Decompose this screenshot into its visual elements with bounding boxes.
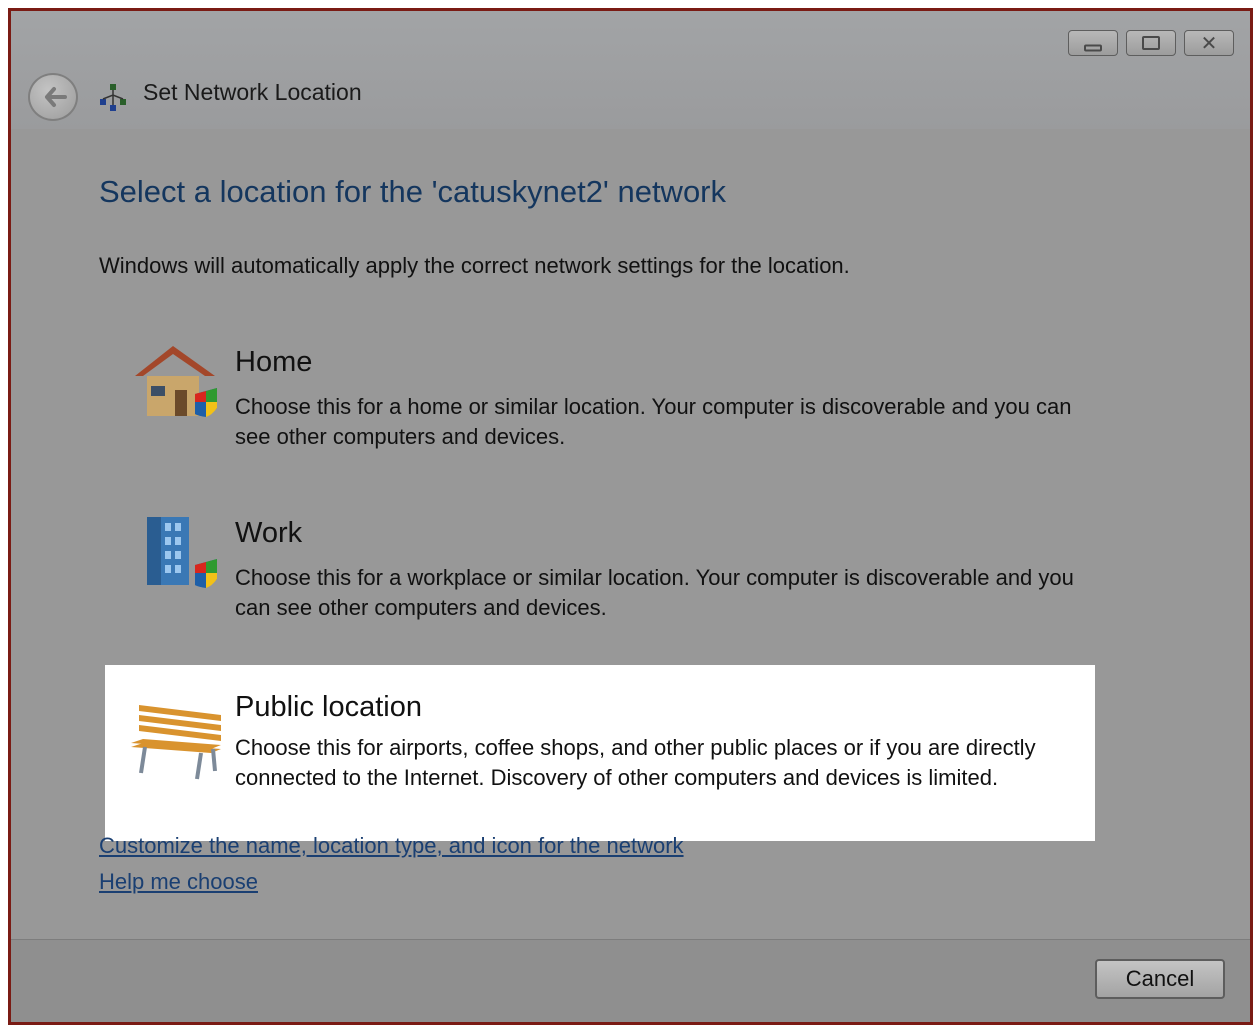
help-me-choose-link[interactable]: Help me choose [99,869,684,895]
main-content: Select a location for the 'catuskynet2' … [11,129,1250,939]
option-home-description: Choose this for a home or similar locati… [235,394,1072,449]
minimize-icon [1084,44,1102,52]
park-bench-icon [131,705,221,780]
office-building-icon [147,517,217,588]
house-icon [135,346,217,417]
option-public-location[interactable]: Public location Choose this for airports… [105,665,1095,841]
maximize-icon [1142,36,1160,50]
customize-network-link[interactable]: Customize the name, location type, and i… [99,833,684,859]
close-button[interactable]: ✕ [1184,30,1234,56]
back-arrow-icon [45,87,67,107]
close-icon: ✕ [1200,31,1218,55]
option-work[interactable]: Work Choose this for a workplace or simi… [105,507,1095,627]
set-network-location-window: ✕ Set Network Location Select a location… [8,8,1253,1025]
network-icon [100,84,126,111]
maximize-button[interactable] [1126,30,1176,56]
window-title: Set Network Location [143,79,362,105]
caption-buttons: ✕ [1068,30,1234,56]
option-public-location-description: Choose this for airports, coffee shops, … [235,735,1036,790]
option-home[interactable]: Home Choose this for a home or similar l… [105,334,1095,454]
title-bar: ✕ Set Network Location [11,11,1250,130]
links-section: Customize the name, location type, and i… [99,833,684,905]
footer-bar: Cancel [11,939,1250,1022]
cancel-button[interactable]: Cancel [1095,959,1225,999]
page-heading: Select a location for the 'catuskynet2' … [99,174,727,209]
intro-text: Windows will automatically apply the cor… [99,253,850,278]
back-button[interactable] [28,73,78,121]
option-work-description: Choose this for a workplace or similar l… [235,565,1074,620]
option-public-location-title: Public location [235,691,422,723]
option-work-title: Work [235,517,303,549]
option-home-title: Home [235,346,313,378]
minimize-button[interactable] [1068,30,1118,56]
